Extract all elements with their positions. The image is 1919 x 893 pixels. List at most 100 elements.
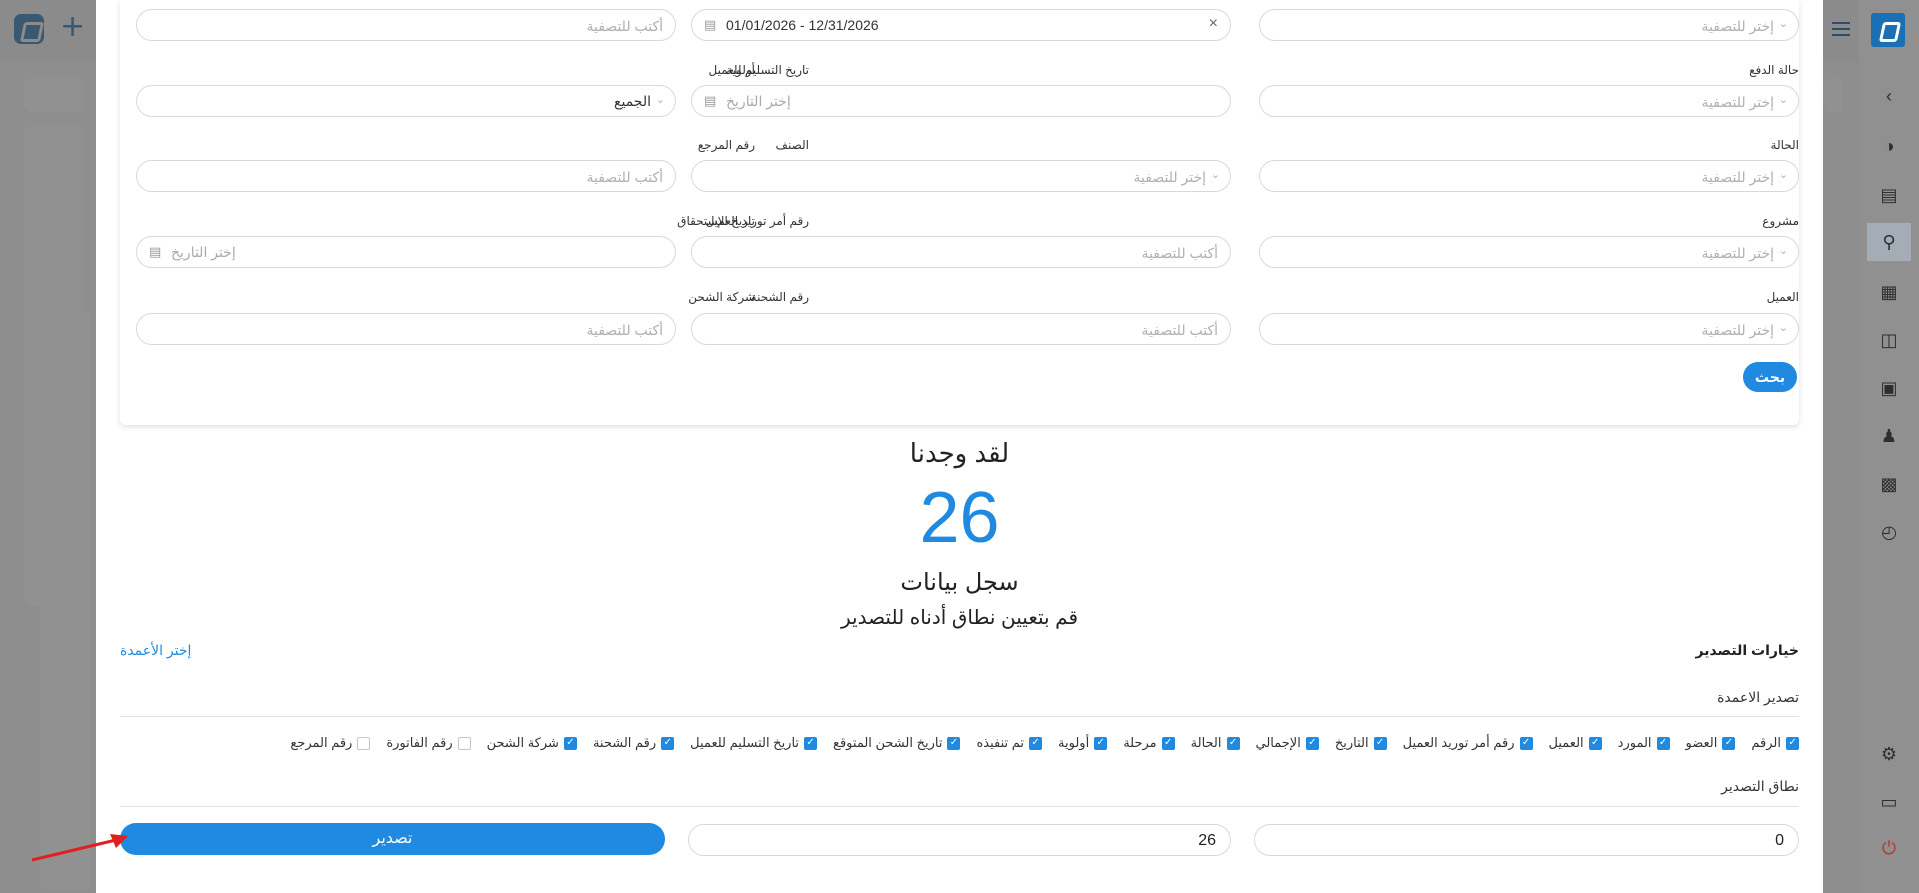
customer-po-input[interactable]: أكتب للتصفية [691, 236, 1231, 268]
screen-icon[interactable]: ▭ [1877, 790, 1901, 814]
products-icon[interactable]: ▣ [1877, 376, 1901, 400]
checkbox-unchecked-icon[interactable] [357, 736, 371, 750]
shipping-company-label: شركة الشحن [688, 290, 755, 304]
menu-icon[interactable] [1832, 22, 1850, 36]
calendar-icon: ▤ [149, 244, 162, 259]
column-checkbox-item[interactable]: ✓ التاريخ [1335, 735, 1387, 751]
due-date-picker[interactable]: ▤ إختر التاريخ [136, 236, 676, 268]
column-checkbox-item[interactable]: ✓ المورد [1618, 735, 1670, 751]
column-checkbox-label: الحالة [1190, 735, 1222, 750]
column-checkbox-item[interactable]: ✓ أولوية [1058, 735, 1108, 751]
column-checkbox-label: رقم المرجع [290, 735, 353, 750]
results-title: لقد وجدنا [909, 438, 1010, 468]
calendar-icon: ▤ [704, 93, 717, 108]
calendar-icon: ▤ [704, 17, 717, 32]
column-checkbox-item[interactable]: ✓ شركة الشحن [487, 735, 577, 751]
checkbox-checked-icon[interactable]: ✓ [1029, 736, 1043, 750]
brand-logo-icon[interactable] [1871, 13, 1905, 47]
column-checkbox-label: العضو [1685, 735, 1718, 750]
project-label: مشروع [1762, 214, 1799, 228]
checkbox-checked-icon[interactable]: ✓ [563, 736, 577, 750]
category-select[interactable]: إختر للتصفية ⌄ [691, 160, 1231, 192]
filter-select-top[interactable]: إختر للتصفية ⌄ [1259, 9, 1799, 41]
file-box-icon[interactable]: ◫ [1877, 328, 1901, 352]
column-checkbox-item[interactable]: ✓ العميل [1549, 735, 1602, 751]
checkbox-checked-icon[interactable]: ✓ [1588, 736, 1602, 750]
reports-icon[interactable]: ◴ [1877, 520, 1901, 544]
filter-text-top[interactable]: أكتب للتصفية [136, 9, 676, 41]
column-checkbox-item[interactable]: ✓ تاريخ التسليم للعميل [690, 735, 818, 751]
checkbox-checked-icon[interactable]: ✓ [1305, 736, 1319, 750]
column-checkbox-label: شركة الشحن [486, 735, 559, 750]
checkbox-unchecked-icon[interactable] [457, 736, 471, 750]
column-checkbox-label: رقم أمر توريد العميل [1402, 735, 1515, 750]
column-checkbox-item[interactable]: رقم الفاتورة [386, 735, 471, 751]
checkbox-checked-icon[interactable]: ✓ [1226, 736, 1240, 750]
column-checkbox-item[interactable]: ✓ رقم الشحنة [593, 735, 675, 751]
column-checkbox-item[interactable]: ✓ تاريخ الشحن المتوقع [833, 735, 961, 751]
payment-status-select[interactable]: إختر للتصفية ⌄ [1259, 85, 1799, 117]
reference-no-input[interactable]: أكتب للتصفية [136, 160, 676, 192]
checkbox-checked-icon[interactable]: ✓ [1094, 736, 1108, 750]
column-checkbox-label: تاريخ الشحن المتوقع [833, 735, 943, 750]
placeholder: إختر للتصفية [1701, 322, 1774, 338]
checkbox-checked-icon[interactable]: ✓ [804, 736, 818, 750]
store-icon[interactable]: ▤ [1877, 183, 1901, 207]
checkbox-checked-icon[interactable]: ✓ [1722, 736, 1736, 750]
column-checkbox-item[interactable]: رقم المرجع [290, 735, 371, 751]
placeholder: أكتب للتصفية [586, 322, 664, 338]
column-checkbox-label: رقم الفاتورة [386, 735, 453, 750]
column-checkbox-item[interactable]: ✓ تم تنفيذه [976, 735, 1043, 751]
project-select[interactable]: إختر للتصفية ⌄ [1259, 236, 1799, 268]
background-card [24, 78, 84, 112]
choose-columns-link[interactable]: إختر الأعمدة [120, 642, 191, 659]
range-to-input[interactable]: 26 [688, 824, 1231, 856]
column-checkbox-label: تاريخ التسليم للعميل [690, 735, 800, 750]
invoice-icon[interactable]: ▦ [1877, 280, 1901, 304]
dashboard-icon[interactable]: ◑ [1877, 134, 1901, 158]
column-checkbox-item[interactable]: ✓ الحالة [1191, 735, 1240, 751]
chevron-down-icon: ⌄ [655, 94, 665, 106]
priority-label: أولوية [726, 63, 755, 77]
app-logo-icon [14, 14, 44, 44]
inventory-icon[interactable]: ▩ [1877, 472, 1901, 496]
checkbox-checked-icon[interactable]: ✓ [947, 736, 961, 750]
chevron-left-icon[interactable]: ‹ [1877, 84, 1901, 108]
customer-select[interactable]: إختر للتصفية ⌄ [1259, 313, 1799, 345]
column-checkbox-label: تم تنفيذه [976, 735, 1025, 750]
chevron-down-icon: ⌄ [1778, 245, 1788, 257]
checkbox-checked-icon[interactable]: ✓ [1656, 736, 1670, 750]
checkbox-checked-icon[interactable]: ✓ [1786, 736, 1799, 750]
column-checkbox-item[interactable]: ✓ رقم أمر توريد العميل [1403, 735, 1533, 751]
delivery-date-picker[interactable]: ▤ إختر التاريخ [691, 85, 1231, 117]
clear-icon[interactable]: × [1209, 15, 1218, 33]
shipment-no-input[interactable]: أكتب للتصفية [691, 313, 1231, 345]
priority-select[interactable]: الجميع ⌄ [136, 85, 676, 117]
column-checkbox-item[interactable]: ✓ الإجمالي [1256, 735, 1319, 751]
priority-value: الجميع [614, 93, 651, 109]
column-checkbox-item[interactable]: ✓ مرحلة [1123, 735, 1175, 751]
chevron-down-icon: ⌄ [1778, 18, 1788, 30]
power-icon[interactable]: ⏻ [1877, 836, 1901, 860]
shipping-company-input[interactable]: أكتب للتصفية [136, 313, 676, 345]
checkbox-checked-icon[interactable]: ✓ [1519, 736, 1533, 750]
users-icon[interactable]: ♟ [1877, 424, 1901, 448]
customer-label: العميل [1766, 290, 1799, 304]
range-from-input[interactable]: 0 [1254, 824, 1799, 856]
shipment-no-label: رقم الشحنة [750, 290, 809, 304]
date-range-value: 01/01/2026 - 12/31/2026 [726, 17, 879, 33]
export-button[interactable]: تصدير [120, 823, 665, 855]
column-checkbox-item[interactable]: ✓ الرقم [1751, 735, 1799, 751]
search-button[interactable]: بحث [1743, 362, 1797, 392]
results-count: 26 [919, 478, 1000, 558]
background-card-right [1823, 78, 1843, 112]
status-select[interactable]: إختر للتصفية ⌄ [1259, 160, 1799, 192]
settings-gear-icon[interactable]: ⚙ [1877, 742, 1901, 766]
date-range-input[interactable]: ▤ 01/01/2026 - 12/31/2026 × [691, 9, 1231, 41]
documents-search-icon[interactable]: ⚲ [1867, 223, 1911, 261]
checkbox-checked-icon[interactable]: ✓ [1373, 736, 1387, 750]
checkbox-checked-icon[interactable]: ✓ [661, 736, 675, 750]
add-icon: + [60, 9, 86, 44]
checkbox-checked-icon[interactable]: ✓ [1161, 736, 1175, 750]
column-checkbox-item[interactable]: ✓ العضو [1686, 735, 1736, 751]
